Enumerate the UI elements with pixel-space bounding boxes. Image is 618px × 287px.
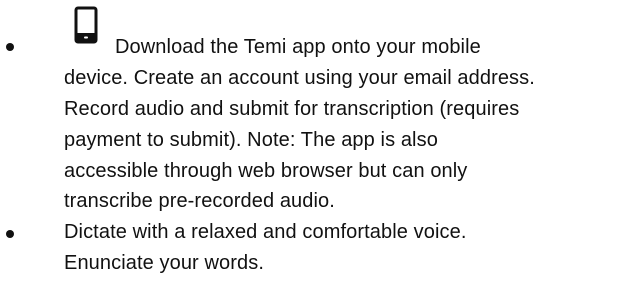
bullet-text-line: Record audio and submit for transcriptio…: [64, 98, 520, 120]
bullet-text-line: payment to submit). Note: The app is als…: [64, 129, 438, 151]
bullet-text-line: transcribe pre-recorded audio.: [64, 190, 335, 212]
bullet-text-line: device. Create an account using your ema…: [64, 67, 535, 89]
bullet-text-line: Dictate with a relaxed and comfortable v…: [64, 221, 467, 243]
bullet-text-line: accessible through web browser but can o…: [64, 160, 468, 182]
bullet-item-dictation-tip: Dictate with a relaxed and comfortable v…: [0, 220, 618, 287]
bullet-text-line: Enunciate your words.: [64, 252, 264, 274]
bullet-point: [6, 43, 14, 51]
mobile-phone-icon: [74, 6, 98, 44]
bullet-item-temi-app: Download the Temi app onto your mobile d…: [0, 0, 618, 220]
bullet-text-line: Download the Temi app onto your mobile: [115, 36, 481, 58]
bullet-point: [6, 230, 14, 238]
instructions-document: Download the Temi app onto your mobile d…: [0, 0, 618, 287]
